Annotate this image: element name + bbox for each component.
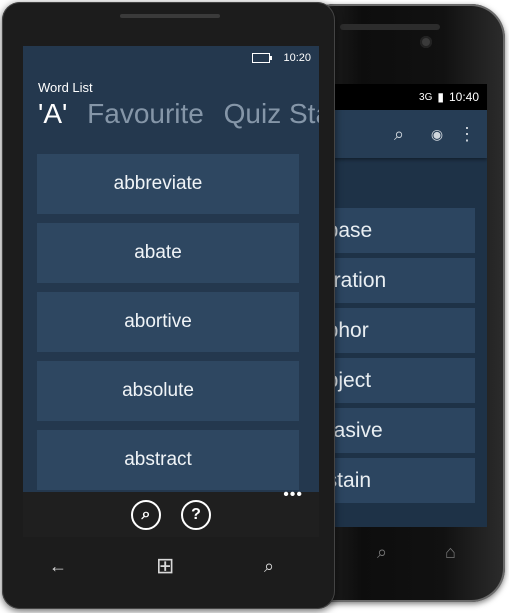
battery-icon <box>252 53 273 64</box>
android-status-time: 10:40 <box>448 90 479 104</box>
camera-icon <box>420 36 432 48</box>
battery-icon: ▮ <box>437 90 444 104</box>
list-item[interactable]: ostain <box>315 458 475 503</box>
wp-app-bar: ⌕ ? ••• <box>23 486 319 537</box>
home-icon[interactable]: ⌂ <box>445 542 456 563</box>
search-icon[interactable]: ⌕ <box>264 556 274 577</box>
wp-screen: 10:20 Word List 'A' Favourite Quiz Sta a… <box>23 46 319 537</box>
search-icon[interactable]: ⌕ <box>387 122 411 146</box>
wp-nav-bar: ← ⊞ ⌕ <box>2 550 335 590</box>
list-item[interactable]: absolute <box>37 361 299 421</box>
back-icon[interactable]: ← <box>49 556 67 577</box>
android-screen: 3G ▮ 10:40 ⌕ ◉ ⋮ abase erration abhor ab… <box>315 84 487 527</box>
wp-speaker <box>120 14 220 18</box>
pivot-tab-a[interactable]: 'A' <box>38 98 67 129</box>
help-button[interactable]: ? <box>181 500 211 530</box>
wp-word-list: abbreviate abate abortive absolute abstr… <box>37 154 299 499</box>
search-document-button[interactable]: ⌕ <box>131 500 161 530</box>
search-document-icon: ⌕ <box>141 506 151 523</box>
list-item[interactable]: abate <box>37 223 299 283</box>
android-action-bar: ⌕ ◉ ⋮ <box>315 110 487 158</box>
app-title: Word List <box>38 80 93 95</box>
list-item[interactable]: brasive <box>315 408 475 453</box>
pivot-tab-quiz-stats[interactable]: Quiz Sta <box>224 98 319 129</box>
android-status-bar: 3G ▮ 10:40 <box>315 84 487 110</box>
android-earpiece <box>340 24 440 30</box>
android-word-list: abase erration abhor abject brasive osta… <box>315 208 475 508</box>
windows-icon[interactable]: ⊞ <box>156 553 174 579</box>
more-options-icon[interactable]: ••• <box>283 486 303 504</box>
list-item[interactable]: abortive <box>37 292 299 352</box>
android-nav-bar: ⌕ ⌂ <box>315 534 487 574</box>
list-item[interactable]: abject <box>315 358 475 403</box>
list-item[interactable]: abhor <box>315 308 475 353</box>
list-item[interactable]: abstract <box>37 430 299 490</box>
list-item[interactable]: abbreviate <box>37 154 299 214</box>
list-item[interactable]: abase <box>315 208 475 253</box>
overflow-menu-icon[interactable]: ⋮ <box>455 122 479 146</box>
windows-phone: 10:20 Word List 'A' Favourite Quiz Sta a… <box>2 2 335 609</box>
pivot-tab-favourite[interactable]: Favourite <box>87 98 204 129</box>
wp-status-bar: 10:20 <box>23 46 319 70</box>
signal-icon: 3G <box>419 91 433 103</box>
pivot-header: 'A' Favourite Quiz Sta <box>38 98 319 130</box>
search-icon[interactable]: ⌕ <box>377 542 387 563</box>
wp-status-time: 10:20 <box>283 52 311 64</box>
eye-icon[interactable]: ◉ <box>425 122 449 146</box>
help-icon: ? <box>191 506 201 523</box>
list-item[interactable]: erration <box>315 258 475 303</box>
